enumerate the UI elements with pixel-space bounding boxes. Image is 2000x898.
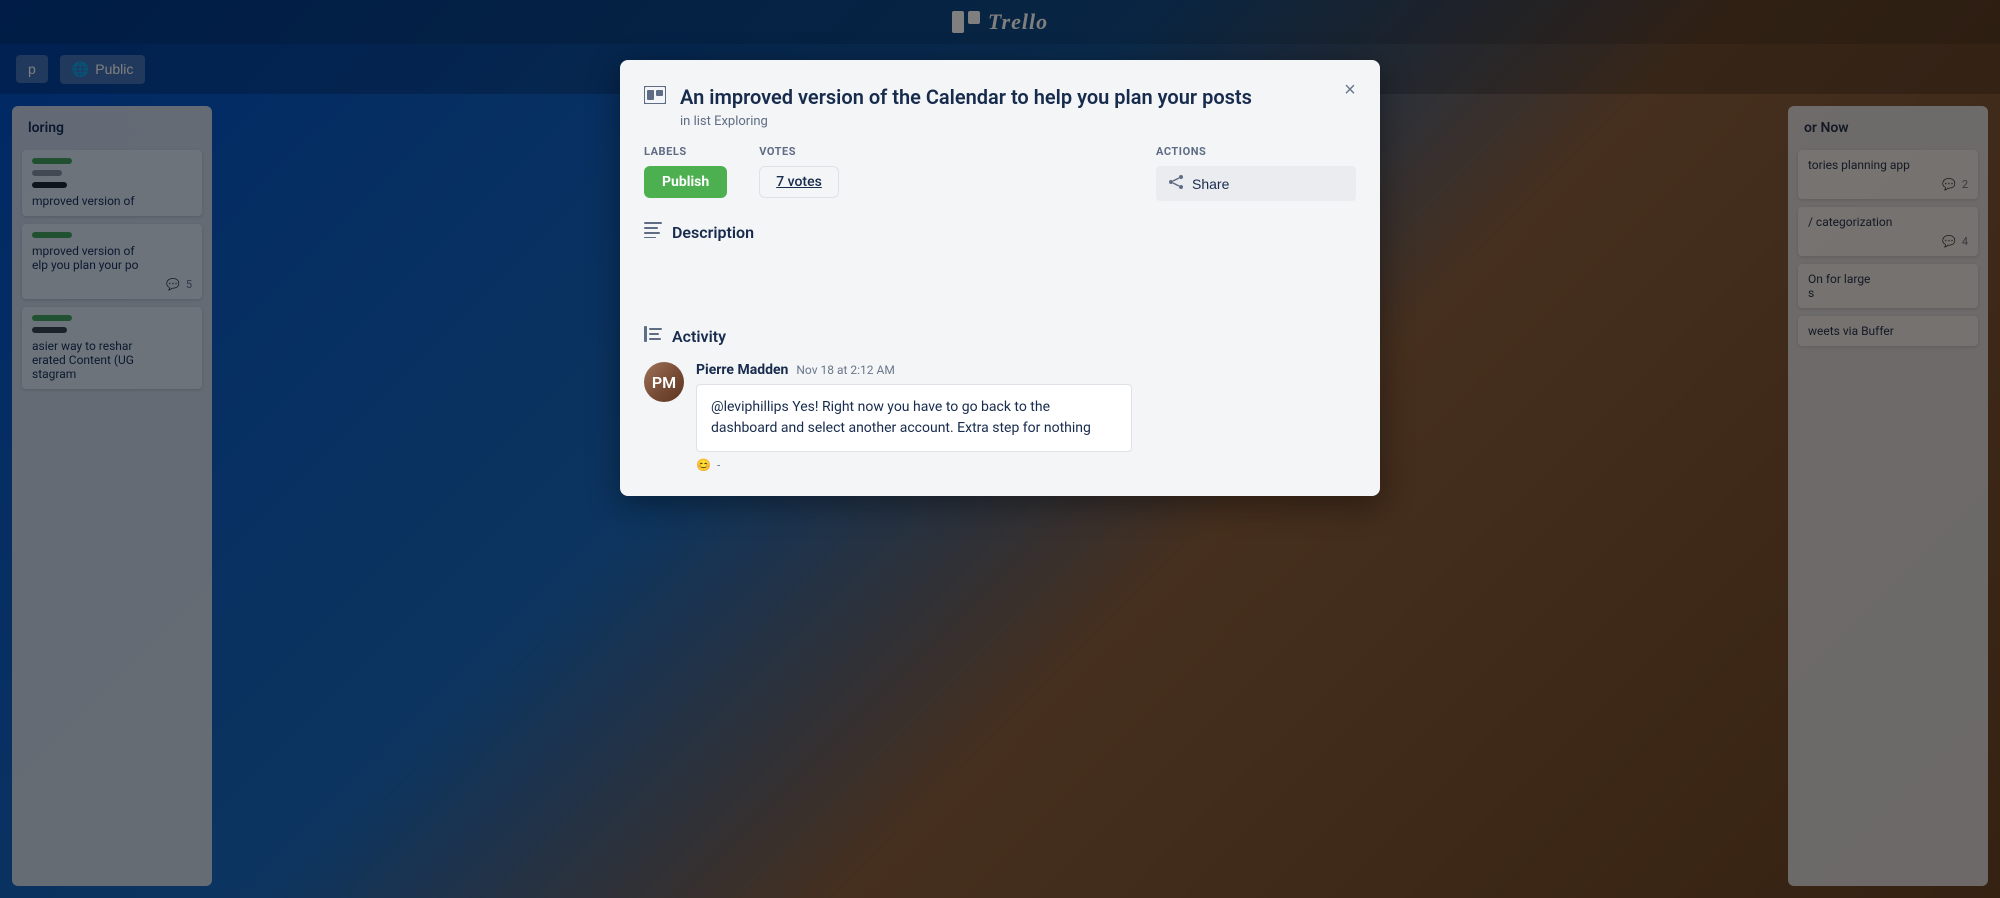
description-icon xyxy=(644,222,662,242)
comment-actions-0: 😊 - xyxy=(696,458,1132,472)
votes-group: VOTES 7 votes xyxy=(759,145,839,198)
comment-reaction-dash: - xyxy=(717,458,720,472)
modal-header: An improved version of the Calendar to h… xyxy=(644,84,1356,129)
modal-main: LABELS Publish VOTES 7 votes xyxy=(644,145,1132,472)
avatar-initials-pierre: PM xyxy=(644,362,684,402)
votes-badge[interactable]: 7 votes xyxy=(759,166,839,198)
activity-title: Activity xyxy=(672,327,726,346)
meta-row: LABELS Publish VOTES 7 votes xyxy=(644,145,1132,198)
description-area xyxy=(644,254,1132,302)
comment-author-0: Pierre Madden xyxy=(696,362,788,378)
avatar-pierre: PM xyxy=(644,362,684,402)
modal-subtitle: in list Exploring xyxy=(680,114,1252,129)
description-title: Description xyxy=(672,223,754,242)
share-icon xyxy=(1168,174,1184,193)
emoji-react-icon[interactable]: 😊 xyxy=(696,458,711,472)
share-button[interactable]: Share xyxy=(1156,166,1356,201)
modal-close-button[interactable]: × xyxy=(1334,74,1366,106)
modal-body: LABELS Publish VOTES 7 votes xyxy=(644,145,1356,472)
card-icon xyxy=(644,86,666,108)
modal-sidebar: ACTIONS Share xyxy=(1156,145,1356,472)
comment-time-0: Nov 18 at 2:12 AM xyxy=(796,363,894,377)
description-section-header: Description xyxy=(644,222,1132,242)
comment-content-0: Pierre Madden Nov 18 at 2:12 AM @leviphi… xyxy=(696,362,1132,472)
activity-section: Activity PM Pierre Madden Nov 18 at 2:12… xyxy=(644,326,1132,472)
votes-heading: VOTES xyxy=(759,145,839,158)
publish-label-badge: Publish xyxy=(644,166,727,198)
comment-body-0: @leviphillips Yes! Right now you have to… xyxy=(696,384,1132,452)
comment-item-0: PM Pierre Madden Nov 18 at 2:12 AM @levi… xyxy=(644,362,1132,472)
labels-heading: LABELS xyxy=(644,145,727,158)
comment-meta-0: Pierre Madden Nov 18 at 2:12 AM xyxy=(696,362,1132,378)
modal-header-text: An improved version of the Calendar to h… xyxy=(680,84,1252,129)
close-icon: × xyxy=(1344,79,1356,102)
share-label: Share xyxy=(1192,176,1229,192)
activity-icon xyxy=(644,326,662,346)
labels-group: LABELS Publish xyxy=(644,145,727,198)
card-modal: × An improved version of the Calendar to… xyxy=(620,60,1380,496)
modal-overlay: × An improved version of the Calendar to… xyxy=(0,0,2000,898)
actions-heading: ACTIONS xyxy=(1156,145,1356,158)
modal-title: An improved version of the Calendar to h… xyxy=(680,84,1252,110)
activity-section-header: Activity xyxy=(644,326,1132,346)
